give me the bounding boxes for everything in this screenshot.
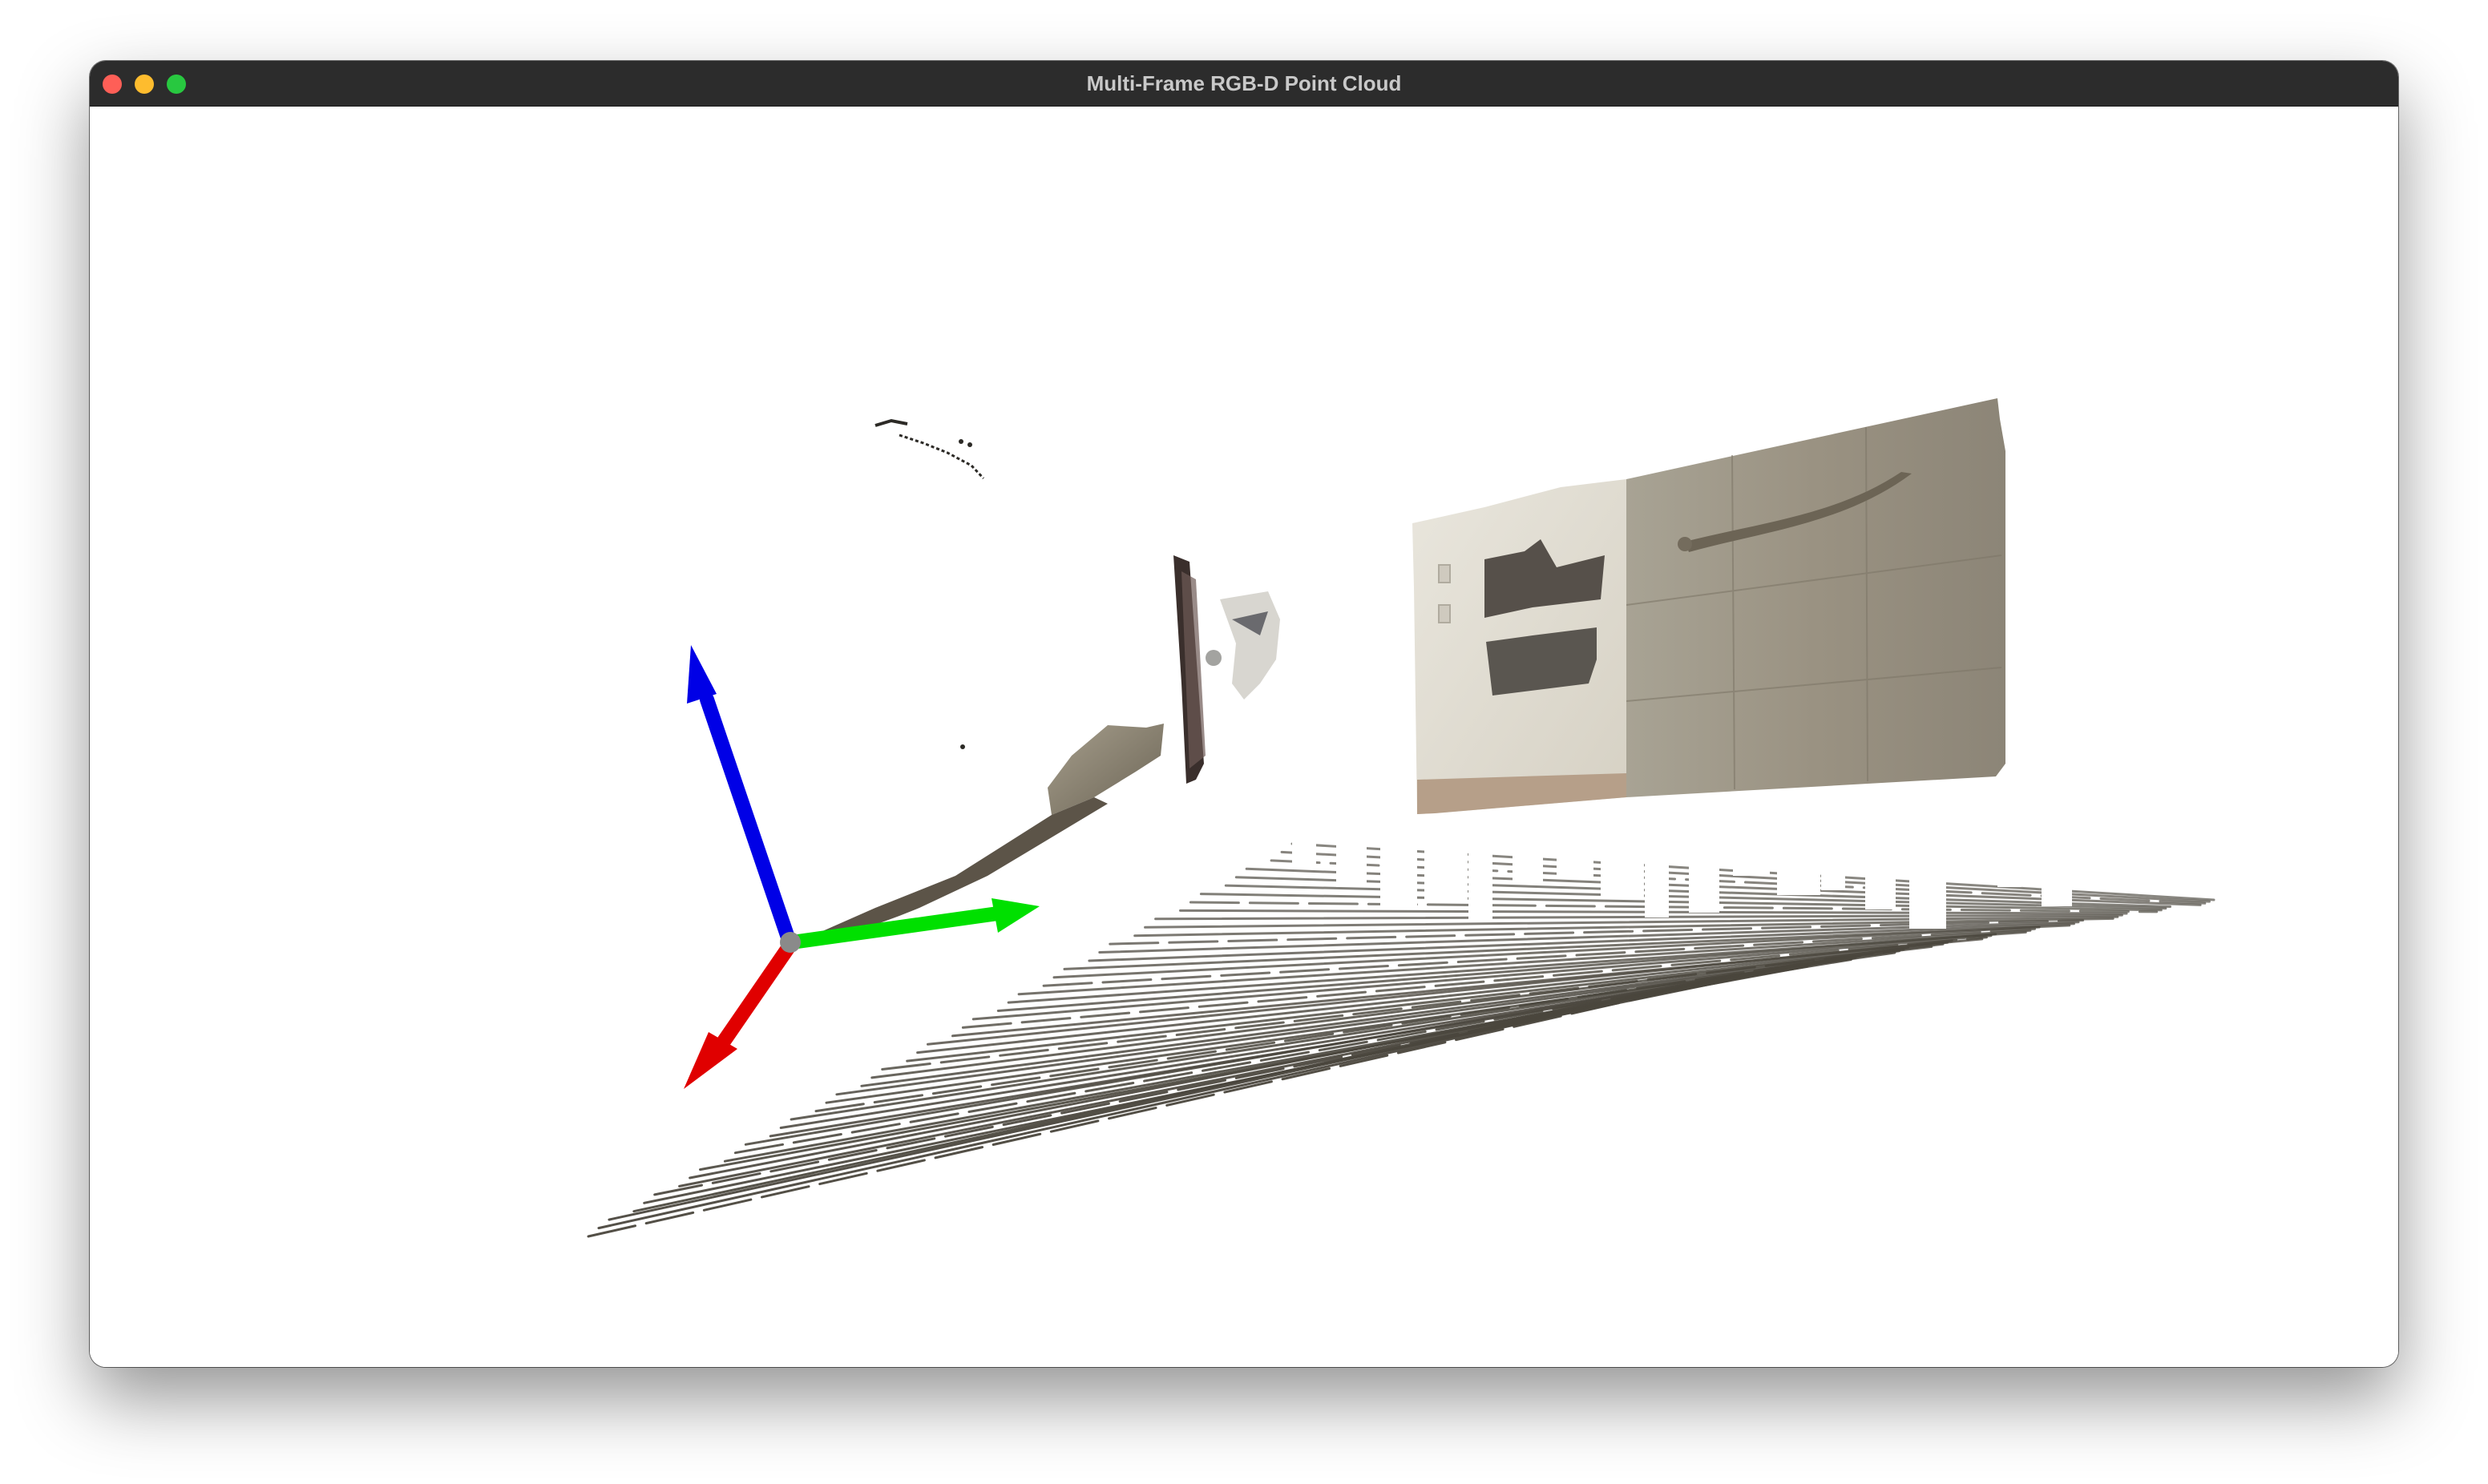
- floor-gap: [1909, 828, 1946, 929]
- floor-scanline: [814, 953, 1866, 1113]
- floor-scanline: [860, 948, 1905, 1087]
- floor-gap: [1601, 820, 1644, 898]
- floor-gap: [1513, 828, 1543, 884]
- floor-gap: [1689, 812, 1719, 913]
- app-window: Multi-Frame RGB-D Point Cloud: [90, 61, 2398, 1367]
- point-cloud-canvas[interactable]: [90, 107, 2398, 1367]
- floor-scanlines: [587, 812, 2215, 1238]
- floor-gap: [1865, 820, 1896, 909]
- floor-scanline: [587, 978, 1722, 1238]
- cabinet-panel: [1412, 479, 1626, 814]
- desktop: Multi-Frame RGB-D Point Cloud: [0, 0, 2488, 1484]
- distant-object: [1206, 591, 1280, 700]
- 3d-viewport[interactable]: [90, 107, 2398, 1367]
- floor-gap: [1292, 812, 1316, 868]
- floor-gap: [2042, 828, 2072, 906]
- floor-gap: [1557, 812, 1593, 879]
- back-wall: [1626, 398, 2005, 797]
- doorway-edge: [1173, 555, 1206, 784]
- window-title: Multi-Frame RGB-D Point Cloud: [1086, 71, 1402, 95]
- floor-scanline: [608, 975, 1731, 1221]
- floor-gap: [1821, 812, 1845, 890]
- floor-gap: [1733, 820, 1770, 876]
- floor-gap: [1380, 828, 1417, 906]
- floor-scanline: [870, 946, 1910, 1079]
- floor-gap: [1645, 828, 1669, 917]
- title-bar[interactable]: Multi-Frame RGB-D Point Cloud: [90, 61, 2398, 107]
- floor-gap: [1424, 812, 1468, 901]
- floor-gap: [1777, 828, 1820, 895]
- noise-points: [874, 418, 985, 749]
- floor-gap: [1468, 820, 1492, 921]
- floor-gap: [1997, 820, 2022, 887]
- floor-gap: [1336, 820, 1367, 887]
- floor-gap: [1953, 812, 1997, 868]
